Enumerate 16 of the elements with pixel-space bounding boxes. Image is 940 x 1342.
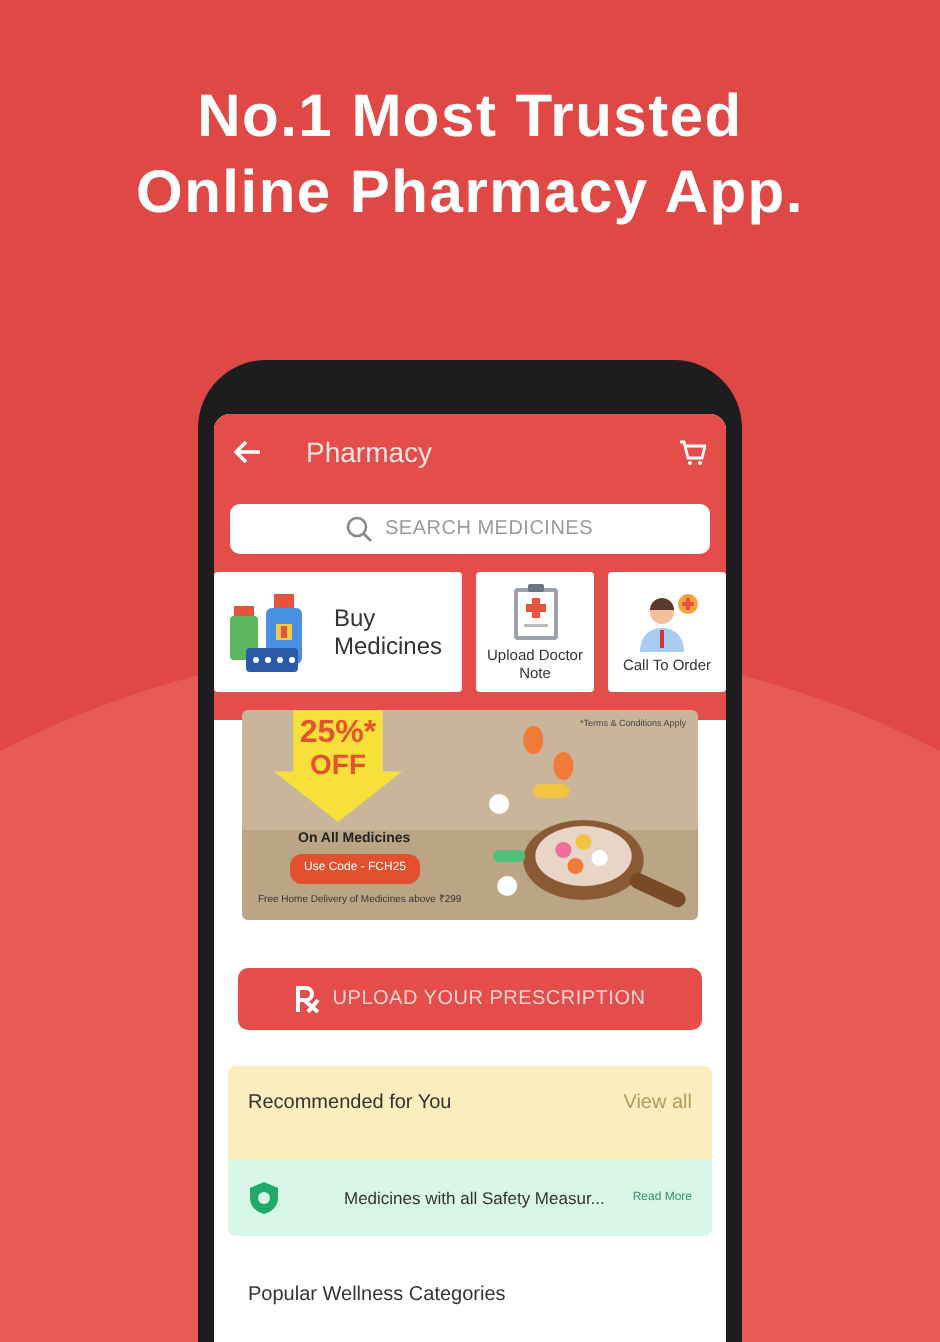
search-icon xyxy=(346,516,373,542)
headline: No.1 Most Trusted xyxy=(197,82,743,154)
safety-text: Medicines with all Safety Measur... xyxy=(344,1185,605,1211)
shield-icon xyxy=(248,1180,280,1216)
discount-word: OFF xyxy=(310,750,366,780)
rx-icon xyxy=(294,984,321,1014)
section-title: Popular Wellness Categories xyxy=(248,1282,508,1310)
discount-text: 25%* xyxy=(299,716,377,750)
headline: Online Pharmacy App. xyxy=(136,158,804,230)
clipboard-icon xyxy=(511,582,559,642)
search-placeholder: SEARCH MEDICINES xyxy=(384,516,593,544)
app-title: Pharmacy xyxy=(306,433,433,472)
back-arrow-icon[interactable] xyxy=(234,440,262,464)
buy-medicines-tile[interactable]: Buy Medicines xyxy=(214,572,462,692)
cart-icon[interactable] xyxy=(678,439,706,465)
section-title: Recommended for You xyxy=(248,1090,452,1118)
